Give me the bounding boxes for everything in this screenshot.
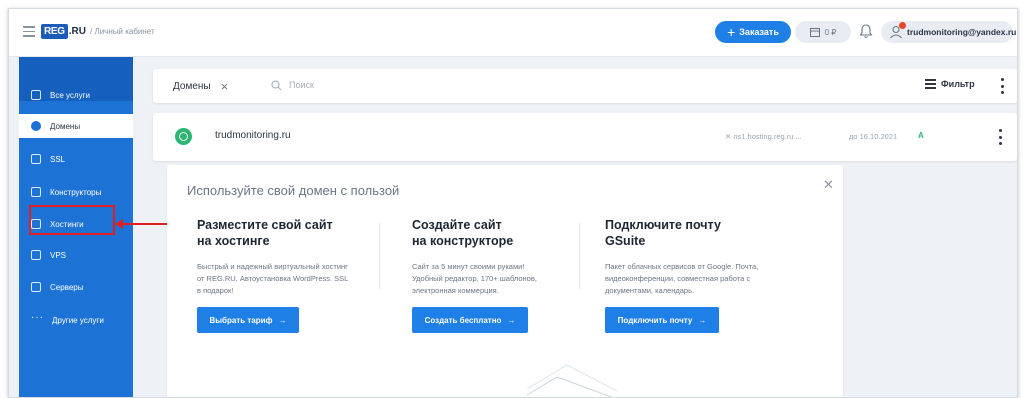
card-title-line: на хостинге (197, 234, 270, 248)
filter-chip-label: Домены (173, 81, 211, 92)
more-options-icon[interactable] (1001, 78, 1005, 94)
order-label: Заказать (739, 27, 779, 37)
logo-ru: .RU (68, 25, 87, 37)
arrow-right-icon: → (278, 315, 287, 325)
divider (579, 223, 580, 289)
filter-chip[interactable]: Домены × (173, 79, 228, 94)
card-text: Пакет облачных сервисов от Google. Почта… (605, 261, 805, 297)
button-label: Выбрать тариф (209, 315, 273, 325)
sidebar-item-label: Все услуги (50, 90, 90, 100)
domain-row[interactable]: trudmonitoring.ru ✕ ns1.hosting.reg.ru .… (153, 113, 1017, 161)
card-title: Разместите свой сайт на хостинге (197, 217, 377, 249)
card-text-line: электронная коммерция. (412, 286, 499, 295)
sidebar-item-label: SSL (50, 154, 66, 164)
balance-button[interactable]: 0 ₽ (795, 21, 851, 43)
menu-icon[interactable] (23, 26, 35, 37)
wallet-icon (809, 27, 820, 37)
app-window: REG .RU / Личный кабинет + Заказать 0 ₽ (8, 8, 1018, 398)
annotation-arrow-head (115, 219, 123, 229)
promo-panel: Используйте свой домен с пользой ✕ Разме… (167, 165, 843, 397)
globe-icon (31, 121, 41, 131)
arrow-right-icon: → (698, 315, 707, 325)
card-title: Подключите почту GSuite (605, 217, 805, 249)
card-text-line: Сайт за 5 минут своими руками! (412, 262, 525, 271)
connect-mail-button[interactable]: Подключить почту → (605, 307, 719, 333)
server-icon (31, 250, 41, 260)
dns-servers: ✕ ns1.hosting.reg.ru ... (725, 132, 802, 141)
domain-name[interactable]: trudmonitoring.ru (215, 130, 291, 141)
annotation-highlight-box (29, 205, 115, 235)
card-text-line: в подарок! (197, 286, 234, 295)
promo-card-hosting: Разместите свой сайт на хостинге Быстрый… (197, 217, 377, 297)
filter-icon (925, 79, 936, 89)
user-icon (889, 22, 906, 39)
card-text: Быстрый и надежный виртуальный хостинг о… (197, 261, 377, 297)
card-title-line: Создайте сайт (412, 218, 502, 232)
more-icon: ··· (31, 312, 44, 323)
sidebar-item-all-services[interactable]: Все услуги (19, 83, 133, 107)
logo[interactable]: REG .RU / Личный кабинет (41, 23, 155, 39)
sidebar-item-other-services[interactable]: ··· Другие услуги (19, 308, 133, 332)
lock-icon (31, 154, 41, 164)
top-bar: REG .RU / Личный кабинет + Заказать 0 ₽ (9, 9, 1017, 57)
user-menu[interactable]: trudmonitoring@yandex.ru (881, 21, 1017, 43)
plus-icon: + (727, 24, 736, 40)
choose-plan-button[interactable]: Выбрать тариф → (197, 307, 299, 333)
search-input[interactable]: Поиск (289, 80, 314, 90)
card-title-line: на конструкторе (412, 234, 514, 248)
filter-button[interactable]: Фильтр (925, 79, 975, 89)
arrow-right-icon: → (507, 315, 516, 325)
card-text-line: документами, календарь. (605, 286, 695, 295)
card-text: Сайт за 5 минут своими руками! Удобный р… (412, 261, 592, 297)
button-label: Создать бесплатно (424, 315, 502, 325)
sidebar-item-builders[interactable]: Конструкторы (19, 180, 133, 204)
server-rack-icon (31, 282, 41, 292)
sidebar-item-vps[interactable]: VPS (19, 243, 133, 267)
sidebar-item-servers[interactable]: Серверы (19, 275, 133, 299)
search-bar: Домены × Поиск Фильтр (153, 69, 1017, 103)
sidebar-item-label: Другие услуги (52, 315, 104, 325)
row-more-icon[interactable] (999, 129, 1003, 145)
status-badge: A (918, 131, 924, 140)
illustration (526, 364, 618, 397)
sidebar-item-ssl[interactable]: SSL (19, 147, 133, 171)
builder-icon (31, 187, 41, 197)
card-text-line: Удобный редактор, 170+ шаблонов, (412, 274, 537, 283)
sidebar-item-label: Серверы (50, 282, 84, 292)
card-text-line: от REG.RU. Автоустановка WordPress. SSL (197, 274, 349, 283)
card-title-line: Разместите свой сайт (197, 218, 333, 232)
sidebar-item-label: VPS (50, 250, 67, 260)
promo-title: Используйте свой домен с пользой (187, 183, 400, 198)
close-icon[interactable]: × (221, 79, 229, 94)
dns-value: ns1.hosting.reg.ru ... (733, 132, 802, 141)
filter-label: Фильтр (941, 79, 975, 89)
bell-icon[interactable] (859, 23, 873, 39)
sidebar-item-domains[interactable]: Домены (19, 114, 133, 138)
promo-card-gsuite: Подключите почту GSuite Пакет облачных с… (605, 217, 805, 297)
user-email: trudmonitoring@yandex.ru (907, 27, 1017, 37)
card-title: Создайте сайт на конструкторе (412, 217, 592, 249)
card-text-line: Быстрый и надежный виртуальный хостинг (197, 262, 348, 271)
card-title-line: Подключите почту (605, 218, 721, 232)
promo-card-builder: Создайте сайт на конструкторе Сайт за 5 … (412, 217, 592, 297)
account-label: / Личный кабинет (90, 26, 155, 36)
notification-dot (899, 22, 906, 29)
card-text-line: видеоконференции, совместная работа с (605, 274, 751, 283)
search-icon (271, 80, 282, 91)
close-icon[interactable]: ✕ (823, 177, 834, 193)
sidebar-item-label: Домены (50, 121, 81, 131)
balance-value: 0 ₽ (824, 27, 837, 37)
create-free-button[interactable]: Создать бесплатно → (412, 307, 528, 333)
order-button[interactable]: + Заказать (715, 21, 791, 43)
globe-icon (175, 128, 192, 145)
list-icon (31, 90, 41, 100)
expiry-date: до 16.10.2021 (849, 132, 898, 141)
card-title-line: GSuite (605, 234, 646, 248)
divider (379, 223, 380, 289)
sidebar-item-label: Конструкторы (50, 187, 102, 197)
card-text-line: Пакет облачных сервисов от Google. Почта… (605, 262, 759, 271)
logo-reg: REG (41, 23, 68, 39)
button-label: Подключить почту (617, 315, 693, 325)
